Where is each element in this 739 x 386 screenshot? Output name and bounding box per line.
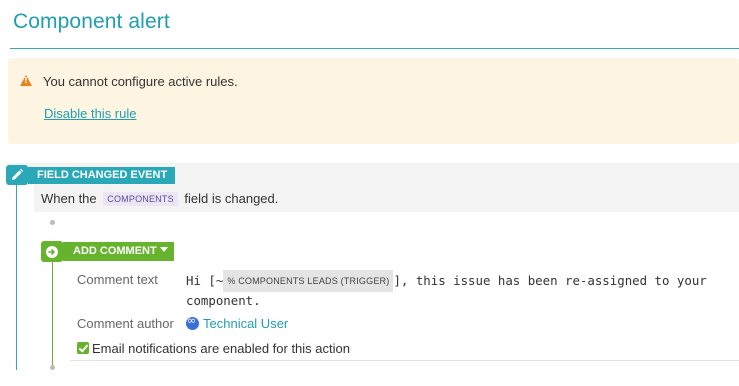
warning-triangle-icon — [20, 75, 32, 86]
page-title: Component alert — [13, 10, 170, 33]
trigger-desc-prefix: When the — [41, 191, 97, 206]
comment-text-label: Comment text — [77, 272, 158, 287]
trigger-desc-suffix: field is changed. — [184, 191, 279, 206]
action-divider — [70, 360, 739, 361]
checkbox-checked-icon — [77, 342, 89, 354]
comment-author-label: Comment author — [77, 316, 174, 331]
warning-message: You cannot configure active rules. — [43, 74, 238, 89]
flow-dot — [50, 365, 55, 370]
rule-flow-line — [16, 185, 17, 370]
warning-banner — [8, 58, 739, 144]
caret-down-icon — [159, 247, 168, 252]
comment-author-value[interactable]: Technical User — [186, 314, 289, 331]
smart-value-chip: % COMPONENTS LEADS (TRIGGER) — [223, 270, 394, 292]
comment-prefix: Hi [~ — [186, 273, 224, 288]
field-chip: COMPONENTS — [103, 192, 178, 206]
email-notice-text: Email notifications are enabled for this… — [92, 341, 350, 356]
comment-text-value: Hi [~% COMPONENTS LEADS (TRIGGER)], this… — [186, 270, 736, 310]
add-comment-action-label[interactable]: ADD COMMENT — [63, 242, 174, 261]
trigger-label-text: FIELD CHANGED EVENT — [37, 169, 168, 181]
flow-dot — [50, 220, 55, 225]
trigger-description: When the COMPONENTS field is changed. — [41, 191, 278, 206]
title-divider — [10, 48, 739, 49]
arrow-right-circle-icon[interactable] — [41, 241, 63, 262]
user-avatar-icon — [186, 314, 199, 330]
trigger-label[interactable]: FIELD CHANGED EVENT — [28, 167, 176, 184]
email-notification-notice: Email notifications are enabled for this… — [77, 341, 350, 356]
action-flow-line — [52, 262, 53, 367]
action-label-text: ADD COMMENT — [73, 245, 157, 257]
author-name: Technical User — [203, 316, 289, 331]
disable-rule-link[interactable]: Disable this rule — [44, 106, 137, 121]
pencil-icon[interactable] — [6, 165, 28, 185]
